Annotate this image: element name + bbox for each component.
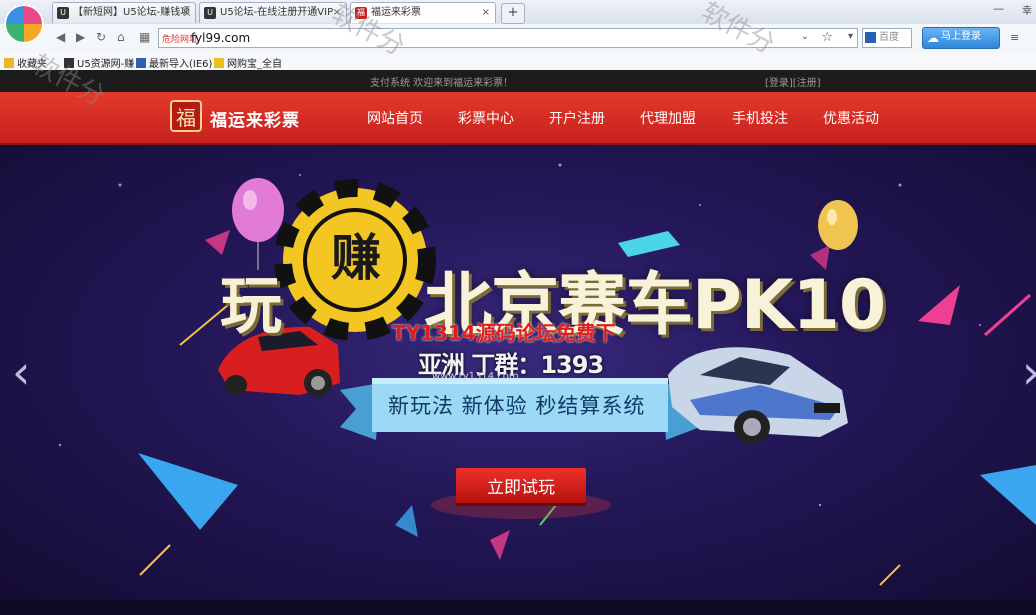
browser-tab-bar: U 【新短网】U5论坛-赚钱项 × U U5论坛-在线注册开通VIP × 福 福… bbox=[0, 0, 1036, 25]
search-engine-icon bbox=[865, 32, 876, 43]
favorite-item[interactable]: 网购宝_全自 bbox=[214, 55, 282, 70]
reader-icon[interactable]: ▦ bbox=[139, 30, 150, 44]
back-icon[interactable]: ◀ bbox=[56, 30, 65, 44]
u5-icon: U bbox=[57, 7, 69, 19]
hero-banner[interactable]: 玩 赚 北京赛车PK10 TY1314源码论坛免费下 亚洲 丁群：1393 ww… bbox=[0, 145, 1036, 600]
favorite-label: U5资源网-赚 bbox=[77, 59, 135, 70]
browser-logo-icon[interactable] bbox=[4, 4, 44, 44]
close-icon[interactable]: × bbox=[182, 3, 190, 23]
url-dropdown-icon[interactable]: ⌄ bbox=[801, 31, 809, 42]
logo-seal: 福 bbox=[170, 100, 202, 132]
favorite-item[interactable]: 最新导入(IE6) bbox=[136, 55, 212, 70]
favorite-label: 网购宝_全自 bbox=[227, 59, 282, 70]
favorite-label: 收藏夹 bbox=[17, 59, 47, 70]
refresh-icon[interactable]: ↻ bbox=[96, 30, 106, 44]
overlay-watermark-red: TY1314源码论坛免费下 bbox=[392, 321, 616, 345]
ie-icon bbox=[136, 58, 146, 68]
confetti-triangle bbox=[138, 453, 238, 530]
u5-icon bbox=[64, 58, 74, 68]
favorites-bar: 收藏夹 U5资源网-赚 最新导入(IE6) 网购宝_全自 bbox=[0, 52, 1036, 71]
browser-tab-active[interactable]: 福 福运来彩票 × bbox=[350, 2, 496, 23]
go-dropdown-icon[interactable]: ▾ bbox=[848, 31, 853, 42]
favorite-label: 最新导入(IE6) bbox=[149, 59, 213, 70]
minimize-icon[interactable]: — bbox=[993, 2, 1004, 15]
carousel-next-icon[interactable]: › bbox=[1022, 345, 1036, 399]
nav-register[interactable]: 开户注册 bbox=[549, 108, 605, 128]
login-register-links[interactable]: [登录][注册] bbox=[765, 74, 821, 89]
home-icon[interactable]: ⌂ bbox=[117, 30, 125, 44]
address-bar: ◀ ▶ ↻ ⌂ ▦ 危险网址 fyl99.com ⌄ ☆ ▾ 百度 ☁ 马上登录… bbox=[0, 24, 1036, 53]
site-logo[interactable]: 福 福运来彩票 bbox=[170, 98, 340, 136]
favorite-item[interactable]: 收藏夹 bbox=[4, 55, 47, 70]
menu-icon[interactable]: ≡ bbox=[1010, 31, 1019, 44]
blue-car bbox=[668, 347, 848, 444]
site-nav-bar: 福 福运来彩票 网站首页 彩票中心 开户注册 代理加盟 手机投注 优惠活动 bbox=[0, 92, 1036, 145]
close-icon[interactable]: × bbox=[333, 3, 341, 23]
banner-bottom-strip bbox=[0, 600, 1036, 615]
cloud-icon: ☁ bbox=[927, 31, 939, 45]
tab-label: 福运来彩票 bbox=[371, 7, 421, 18]
new-tab-button[interactable]: + bbox=[501, 3, 525, 24]
site-favicon: 福 bbox=[355, 7, 367, 19]
pink-balloon bbox=[232, 178, 284, 242]
search-input[interactable]: 百度 bbox=[862, 28, 912, 48]
logo-text: 福运来彩票 bbox=[210, 111, 300, 131]
carousel-prev-icon[interactable]: ‹ bbox=[12, 345, 30, 399]
close-icon[interactable]: × bbox=[482, 3, 490, 23]
window-menu[interactable]: 幸 bbox=[1022, 2, 1032, 17]
search-placeholder: 百度 bbox=[879, 32, 899, 43]
login-button[interactable]: ☁ 马上登录 bbox=[922, 27, 1000, 49]
try-now-button[interactable]: 立即试玩 bbox=[456, 468, 586, 503]
shop-icon bbox=[214, 58, 224, 68]
gold-balloon bbox=[818, 200, 858, 250]
favorite-star-icon[interactable]: ☆ bbox=[821, 30, 833, 45]
favorite-item[interactable]: U5资源网-赚 bbox=[64, 55, 134, 70]
coin-character: 赚 bbox=[331, 228, 381, 287]
star-folder-icon bbox=[4, 58, 14, 68]
overlay-watermark-url: www.ty1314.com bbox=[432, 371, 519, 382]
browser-tab[interactable]: U 【新短网】U5论坛-赚钱项 × bbox=[52, 2, 196, 23]
play-character: 玩 bbox=[220, 269, 283, 342]
tab-label: U5论坛-在线注册开通VIP bbox=[220, 7, 334, 18]
browser-tab[interactable]: U U5论坛-在线注册开通VIP × bbox=[199, 2, 347, 23]
nav-lottery-center[interactable]: 彩票中心 bbox=[458, 108, 514, 128]
banner-slogan: 新玩法 新体验 秒结算系统 bbox=[388, 394, 646, 418]
welcome-text: 支付系统 欢迎来到福运来彩票！ bbox=[370, 78, 514, 89]
tab-label: 【新短网】U5论坛-赚钱项 bbox=[73, 7, 191, 18]
site-top-strip: 支付系统 欢迎来到福运来彩票！ [登录][注册] bbox=[0, 70, 1036, 92]
u5-icon: U bbox=[204, 7, 216, 19]
nav-mobile[interactable]: 手机投注 bbox=[732, 108, 788, 128]
url-text[interactable]: fyl99.com bbox=[191, 31, 250, 45]
forward-icon[interactable]: ▶ bbox=[76, 30, 85, 44]
nav-agent[interactable]: 代理加盟 bbox=[640, 108, 696, 128]
nav-home[interactable]: 网站首页 bbox=[367, 108, 423, 128]
nav-promotions[interactable]: 优惠活动 bbox=[823, 108, 879, 128]
login-button-label: 马上登录 bbox=[941, 31, 981, 42]
url-field[interactable]: 危险网址 fyl99.com ⌄ ☆ ▾ bbox=[158, 28, 858, 48]
